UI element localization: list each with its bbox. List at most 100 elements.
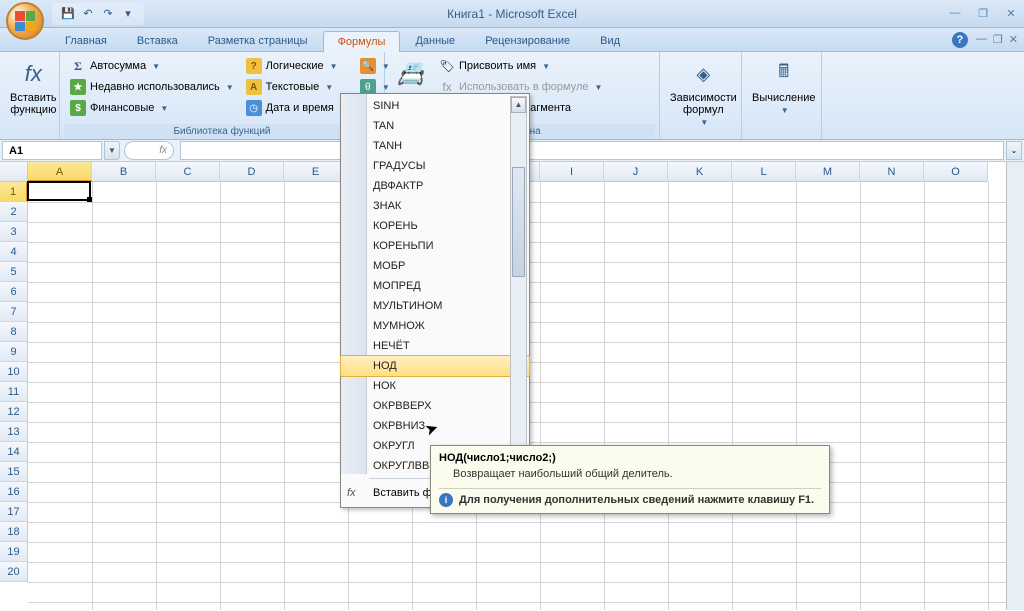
column-header[interactable]: N — [860, 162, 924, 182]
help-icon[interactable]: ? — [952, 32, 968, 48]
tab-home[interactable]: Главная — [50, 30, 122, 51]
office-button[interactable] — [6, 2, 44, 40]
recently-used-button[interactable]: ★Недавно использовались▼ — [66, 77, 238, 97]
function-menu-item[interactable]: КОРЕНЬ — [341, 216, 529, 236]
tooltip-separator — [439, 488, 821, 489]
menu-scrollbar[interactable]: ▲ ▼ — [510, 96, 527, 472]
row-header[interactable]: 11 — [0, 382, 28, 402]
function-menu-item[interactable]: ОКРВНИЗ — [341, 416, 529, 436]
row-header[interactable]: 20 — [0, 562, 28, 582]
define-name-button[interactable]: 🏷Присвоить имя▼ — [435, 56, 606, 76]
expand-formula-bar-icon[interactable]: ⌄ — [1006, 141, 1022, 160]
function-menu-item[interactable]: TANH — [341, 136, 529, 156]
title-bar: 💾 ↶ ↷ ▾ Книга1 - Microsoft Excel — ❐ ✕ — [0, 0, 1024, 28]
row-header[interactable]: 3 — [0, 222, 28, 242]
column-header[interactable]: K — [668, 162, 732, 182]
column-header[interactable]: D — [220, 162, 284, 182]
function-menu-item[interactable]: НОК — [341, 376, 529, 396]
tab-page-layout[interactable]: Разметка страницы — [193, 30, 323, 51]
minimize-button[interactable]: — — [946, 7, 964, 20]
tab-review[interactable]: Рецензирование — [470, 30, 585, 51]
function-menu-item[interactable]: МУЛЬТИНОМ — [341, 296, 529, 316]
column-header[interactable]: I — [540, 162, 604, 182]
text-button[interactable]: AТекстовые▼ — [242, 77, 352, 97]
ribbon-tabs: Главная Вставка Разметка страницы Формул… — [0, 28, 1024, 52]
wb-restore-button[interactable]: ❐ — [993, 33, 1003, 46]
tab-formulas[interactable]: Формулы — [323, 31, 401, 52]
function-tooltip: НОД(число1;число2;) Возвращает наибольши… — [430, 445, 830, 514]
scroll-up-button[interactable]: ▲ — [511, 97, 526, 113]
fx-icon: fx — [17, 58, 49, 90]
chevron-down-icon: ▼ — [330, 62, 338, 71]
column-header[interactable]: B — [92, 162, 156, 182]
tab-insert[interactable]: Вставка — [122, 30, 193, 51]
row-header[interactable]: 1 — [0, 182, 28, 202]
row-header[interactable]: 15 — [0, 462, 28, 482]
column-header[interactable]: O — [924, 162, 988, 182]
datetime-button[interactable]: ◷Дата и время▼ — [242, 98, 352, 118]
row-header[interactable]: 5 — [0, 262, 28, 282]
row-header[interactable]: 19 — [0, 542, 28, 562]
row-header[interactable]: 4 — [0, 242, 28, 262]
wb-close-button[interactable]: ✕ — [1009, 33, 1018, 46]
function-menu-item[interactable]: МУМНОЖ — [341, 316, 529, 336]
function-menu-item[interactable]: НЕЧЁТ — [341, 336, 529, 356]
column-header[interactable]: L — [732, 162, 796, 182]
name-box[interactable]: A1 — [2, 141, 102, 160]
vertical-scrollbar[interactable] — [1006, 162, 1024, 610]
calculation-button[interactable]: 🖩 Вычисление ▼ — [746, 54, 822, 119]
active-cell[interactable] — [27, 181, 91, 201]
function-menu-item[interactable]: КОРЕНЬПИ — [341, 236, 529, 256]
function-menu-item[interactable]: ОКРВВЕРХ — [341, 396, 529, 416]
row-header[interactable]: 8 — [0, 322, 28, 342]
insert-function-button[interactable]: fx Вставить функцию — [4, 54, 63, 120]
row-header[interactable]: 2 — [0, 202, 28, 222]
function-menu-item[interactable]: TAN — [341, 116, 529, 136]
wb-minimize-button[interactable]: — — [976, 33, 987, 46]
chevron-down-icon: ▼ — [152, 62, 160, 71]
row-header[interactable]: 6 — [0, 282, 28, 302]
column-header[interactable]: M — [796, 162, 860, 182]
undo-icon[interactable]: ↶ — [80, 6, 96, 22]
tag-icon: 🏷 — [439, 58, 455, 74]
autosum-button[interactable]: ΣАвтосумма▼ — [66, 56, 238, 76]
tab-data[interactable]: Данные — [400, 30, 470, 51]
close-button[interactable]: ✕ — [1002, 7, 1020, 20]
select-all-corner[interactable] — [0, 162, 28, 182]
function-menu-item[interactable]: МОБР — [341, 256, 529, 276]
row-header[interactable]: 14 — [0, 442, 28, 462]
column-header[interactable]: E — [284, 162, 348, 182]
row-header[interactable]: 12 — [0, 402, 28, 422]
save-icon[interactable]: 💾 — [60, 6, 76, 22]
row-header[interactable]: 9 — [0, 342, 28, 362]
function-menu-item[interactable]: НОД — [340, 355, 530, 377]
function-menu-item[interactable]: МОПРЕД — [341, 276, 529, 296]
row-header[interactable]: 10 — [0, 362, 28, 382]
row-header[interactable]: 18 — [0, 522, 28, 542]
financial-button[interactable]: $Финансовые▼ — [66, 98, 238, 118]
maximize-button[interactable]: ❐ — [974, 7, 992, 20]
column-header[interactable]: A — [28, 162, 92, 182]
formula-input[interactable] — [180, 141, 1004, 160]
row-headers: 1234567891011121314151617181920 — [0, 182, 28, 582]
fx-button[interactable]: fx — [124, 141, 174, 160]
column-header[interactable]: C — [156, 162, 220, 182]
logical-button[interactable]: ?Логические▼ — [242, 56, 352, 76]
name-manager-button[interactable]: 📇 — [389, 54, 433, 94]
function-menu-item[interactable]: ДВФАКТР — [341, 176, 529, 196]
formula-auditing-button[interactable]: ◈ Зависимости формул ▼ — [664, 54, 743, 131]
qat-dropdown-icon[interactable]: ▾ — [120, 6, 136, 22]
column-header[interactable]: J — [604, 162, 668, 182]
row-header[interactable]: 13 — [0, 422, 28, 442]
function-menu-item[interactable]: ЗНАК — [341, 196, 529, 216]
function-menu-item[interactable]: ГРАДУСЫ — [341, 156, 529, 176]
row-header[interactable]: 17 — [0, 502, 28, 522]
tooltip-help-text: Для получения дополнительных сведений на… — [459, 494, 814, 506]
tab-view[interactable]: Вид — [585, 30, 635, 51]
redo-icon[interactable]: ↷ — [100, 6, 116, 22]
scroll-thumb[interactable] — [512, 167, 525, 277]
row-header[interactable]: 7 — [0, 302, 28, 322]
function-menu-item[interactable]: SINH — [341, 96, 529, 116]
row-header[interactable]: 16 — [0, 482, 28, 502]
name-box-dropdown[interactable]: ▼ — [104, 141, 120, 160]
